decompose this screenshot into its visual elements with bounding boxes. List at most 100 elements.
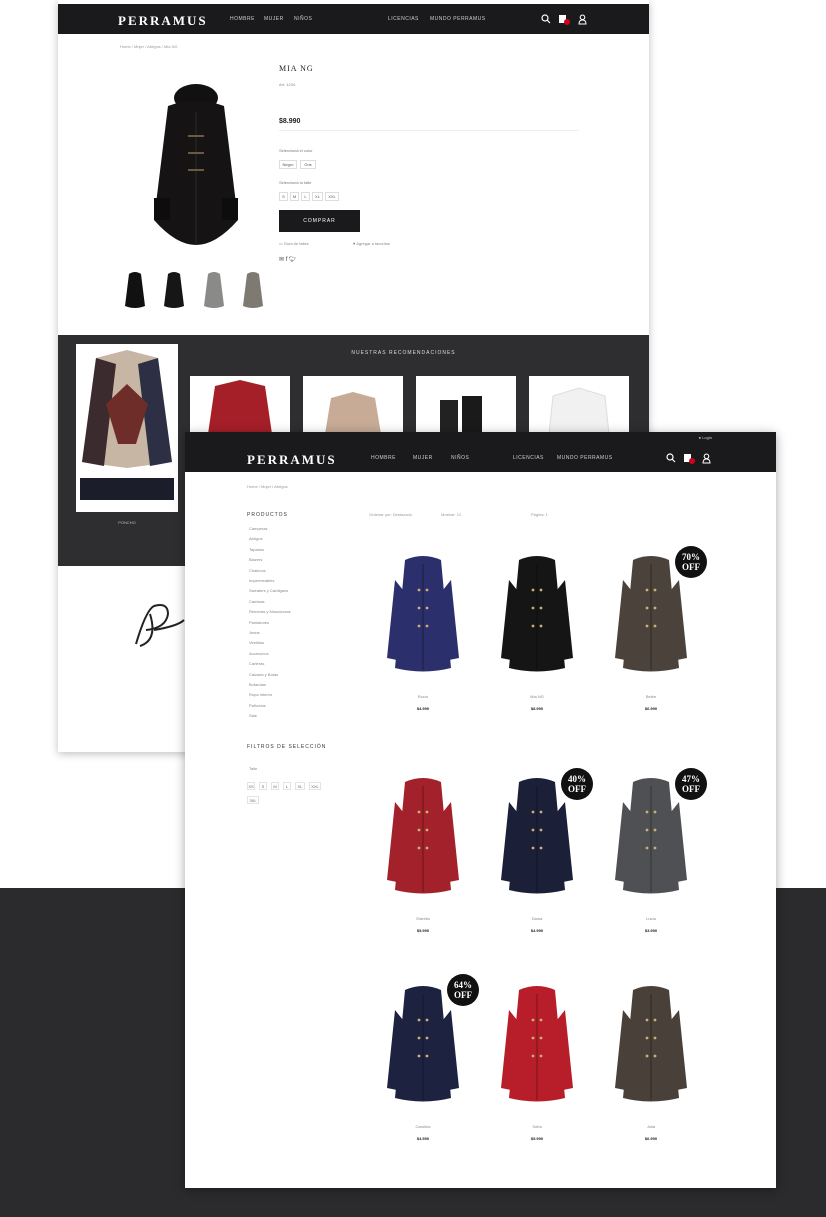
product-thumbnail-1[interactable] xyxy=(124,270,146,310)
cart-icon[interactable] xyxy=(558,13,570,25)
recommendation-card-2[interactable] xyxy=(303,376,403,434)
nav-link-ninos[interactable]: NIÑOS xyxy=(451,455,469,461)
discount-badge: 64% OFF xyxy=(447,974,479,1006)
product-thumbnail-4[interactable] xyxy=(242,270,264,310)
size-guide-link[interactable]: ▭ Guía de talles xyxy=(279,241,309,246)
share-twitter-icon[interactable]: 🐦︎ xyxy=(289,257,297,263)
recommendation-card-3[interactable] xyxy=(416,376,516,434)
product-thumbnail-3[interactable] xyxy=(203,270,225,310)
nav-link-hombre[interactable]: HOMBRE xyxy=(371,455,396,461)
nav-link-mujer[interactable]: MUJER xyxy=(264,16,284,22)
sidebar-item[interactable]: Chalecos xyxy=(249,568,266,573)
sidebar-item[interactable]: Accesorios xyxy=(249,651,269,656)
user-icon[interactable] xyxy=(576,13,588,25)
product-price: $5.990 xyxy=(530,1136,544,1141)
signature-mark xyxy=(135,604,185,647)
sidebar-item[interactable]: Jeans xyxy=(249,630,260,635)
share-facebook-icon[interactable]: f xyxy=(286,257,288,263)
product-name: Estrella xyxy=(416,916,430,921)
size-option-l[interactable]: L xyxy=(301,192,310,201)
catalog-page: ● Login PERRAMUS HOMBRE MUJER NIÑOS LICE… xyxy=(185,432,776,1188)
nav-link-ninos[interactable]: NIÑOS xyxy=(294,16,312,22)
size-option-m[interactable]: M xyxy=(290,192,299,201)
product-price: $8.990 xyxy=(530,706,544,711)
filter-size-label: Talle xyxy=(249,766,258,771)
product-name: Carolina xyxy=(415,1124,431,1129)
brand-logo[interactable]: PERRAMUS xyxy=(247,452,337,468)
nav-link-hombre[interactable]: HOMBRE xyxy=(230,16,255,22)
sidebar-item[interactable]: Sweaters y Cardigans xyxy=(249,588,288,593)
product-price: $3.990 xyxy=(644,928,658,933)
page-filter[interactable]: Página: 1 xyxy=(531,512,548,517)
product-price: $6.990 xyxy=(644,1136,658,1141)
product-name: Rocío xyxy=(417,694,429,699)
size-filter-chip[interactable]: L xyxy=(283,782,291,790)
buy-button[interactable]: COMPRAR xyxy=(279,210,360,232)
cart-icon[interactable] xyxy=(683,452,695,464)
sidebar-title: PRODUCTOS xyxy=(247,512,288,518)
breadcrumb: Home / Mujer / Abrigos / Mia NG xyxy=(120,44,178,49)
size-filter-chip[interactable]: S xyxy=(259,782,267,790)
sidebar-item[interactable]: Ropa Interior xyxy=(249,692,272,697)
sidebar-item[interactable]: Camperas xyxy=(249,526,267,531)
discount-badge: 47% OFF xyxy=(675,768,707,800)
size-filter-chip[interactable]: XXL xyxy=(309,782,321,790)
product-image xyxy=(387,778,459,894)
catalog-nav: PERRAMUS HOMBRE MUJER NIÑOS LICENCIAS MU… xyxy=(185,444,776,472)
sidebar-item[interactable]: Bufandas xyxy=(249,682,266,687)
beige-coat-image xyxy=(325,392,381,434)
nav-link-mundo[interactable]: MUNDO PERRAMUS xyxy=(430,16,486,22)
divider xyxy=(279,130,579,131)
nav-link-licencias[interactable]: LICENCIAS xyxy=(513,455,544,461)
product-price: $8.990 xyxy=(279,118,301,125)
color-label: Seleccioná el color xyxy=(279,148,313,153)
color-option-gris[interactable]: Gris xyxy=(300,160,316,169)
featured-recommendation-card[interactable] xyxy=(76,344,178,512)
sort-filter[interactable]: Ordenar por: Destacado xyxy=(369,512,412,517)
size-option-xl[interactable]: XL xyxy=(312,192,323,201)
sidebar-item[interactable]: Tapados xyxy=(249,547,264,552)
red-coat-image xyxy=(208,380,272,434)
product-price: $5.990 xyxy=(416,928,430,933)
nav-link-licencias[interactable]: LICENCIAS xyxy=(388,16,419,22)
sidebar-item[interactable]: Blazers xyxy=(249,557,262,562)
sidebar-item[interactable]: Impermeables xyxy=(249,578,274,583)
sidebar-item[interactable]: Vestidos xyxy=(249,640,264,645)
brand-logo[interactable]: PERRAMUS xyxy=(118,13,208,29)
sidebar-item[interactable]: Sale xyxy=(249,713,257,718)
share-email-icon[interactable]: ✉ xyxy=(279,257,284,263)
product-name: Belén xyxy=(645,694,657,699)
size-option-s[interactable]: S xyxy=(279,192,288,201)
sidebar-item[interactable]: Camisas xyxy=(249,599,265,604)
sidebar-item[interactable]: Calzado y Botas xyxy=(249,672,278,677)
size-filter-chip[interactable]: XL xyxy=(295,782,305,790)
top-nav: PERRAMUS HOMBRE MUJER NIÑOS LICENCIAS MU… xyxy=(58,4,649,34)
recommendation-card-4[interactable] xyxy=(529,376,629,435)
size-filter-chip[interactable]: M xyxy=(271,782,279,790)
user-icon[interactable] xyxy=(700,452,712,464)
recommendation-card-1[interactable] xyxy=(190,376,290,434)
login-link[interactable]: ● Login xyxy=(699,435,712,440)
size-filter-chip[interactable]: 3XL xyxy=(247,796,259,804)
wishlist-link[interactable]: ♥ Agregar a favoritos xyxy=(353,241,390,246)
sidebar-item[interactable]: Remeras y Musculosas xyxy=(249,609,291,614)
nav-link-mujer[interactable]: MUJER xyxy=(413,455,433,461)
signature-logo xyxy=(128,600,188,660)
product-name: Diana xyxy=(531,916,543,921)
sidebar-item[interactable]: Abrigos xyxy=(249,536,263,541)
size-option-xxl[interactable]: XXL xyxy=(325,192,339,201)
search-icon[interactable] xyxy=(540,13,552,25)
nav-link-mundo[interactable]: MUNDO PERRAMUS xyxy=(557,455,613,461)
color-option-negro[interactable]: Negro xyxy=(279,160,297,169)
product-price: $4.990 xyxy=(416,706,430,711)
search-icon[interactable] xyxy=(665,452,677,464)
product-image xyxy=(501,556,573,672)
sidebar-item[interactable]: Pantalones xyxy=(249,620,269,625)
product-price: $6.990 xyxy=(644,706,658,711)
view-filter[interactable]: Mostrar: 12 xyxy=(441,512,461,517)
size-filter-chip[interactable]: XS xyxy=(247,782,255,790)
sidebar-item[interactable]: Carteras xyxy=(249,661,264,666)
product-thumbnail-2[interactable] xyxy=(163,270,185,310)
product-title: MIA NG xyxy=(279,64,314,73)
sidebar-item[interactable]: Pañuelos xyxy=(249,703,266,708)
